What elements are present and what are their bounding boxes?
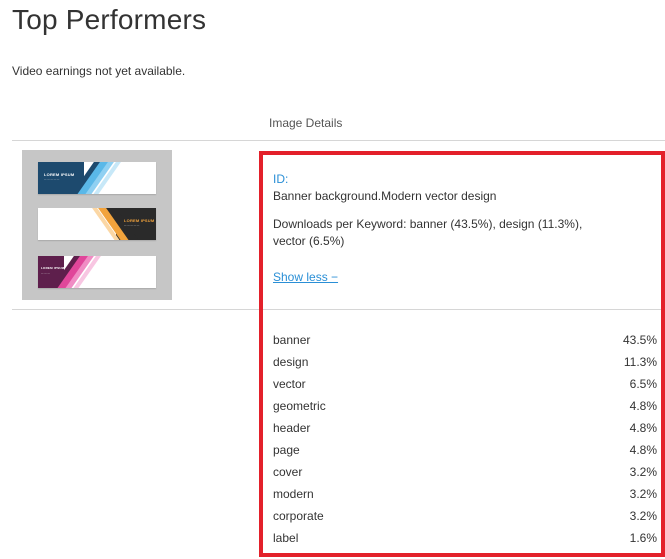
keyword-percentage: 4.8% [629, 443, 657, 457]
table-divider-top [12, 140, 665, 141]
keyword-row: page 4.8% [273, 443, 657, 461]
keyword-row: vector 6.5% [273, 377, 657, 395]
thumbnail-banner-magenta: LOREM IPSUM — — — [38, 256, 156, 288]
image-details-panel: ID: Banner background.Modern vector desi… [259, 151, 665, 557]
keyword-row: header 4.8% [273, 421, 657, 439]
keyword-name: design [273, 355, 309, 369]
keyword-row: modern 3.2% [273, 487, 657, 505]
image-title: Banner background.Modern vector design [273, 189, 497, 203]
thumbnail-banner-text: LOREM IPSUM [44, 172, 75, 177]
keyword-name: geometric [273, 399, 326, 413]
keyword-percentage: 1.6% [629, 531, 657, 545]
keyword-name: corporate [273, 509, 324, 523]
keyword-percentage: 43.5% [622, 333, 657, 347]
keyword-row: banner 43.5% [273, 333, 657, 351]
image-details-column-header: Image Details [269, 116, 343, 130]
page-title: Top Performers [12, 4, 207, 35]
keyword-name: banner [273, 333, 311, 347]
keyword-name: page [273, 443, 300, 457]
keyword-name: cover [273, 465, 303, 479]
show-less-link[interactable]: Show less − [273, 270, 338, 284]
image-thumbnail[interactable]: LOREM IPSUM — — — — — LOREM IPSUM — — — … [22, 150, 172, 300]
keyword-row: corporate 3.2% [273, 509, 657, 527]
keyword-row: cover 3.2% [273, 465, 657, 483]
keyword-percentage: 3.2% [629, 465, 657, 479]
keyword-name: vector [273, 377, 306, 391]
image-id-label: ID: [273, 172, 289, 186]
downloads-per-keyword: Downloads per Keyword: banner (43.5%), d… [273, 217, 583, 248]
thumbnail-banner-text: LOREM IPSUM [124, 218, 155, 223]
keyword-row: geometric 4.8% [273, 399, 657, 417]
keyword-percentage: 3.2% [629, 509, 657, 523]
page: Top Performers Video earnings not yet av… [0, 0, 665, 559]
video-earnings-note: Video earnings not yet available. [12, 64, 186, 78]
thumbnail-banner-blue: LOREM IPSUM — — — — — [38, 162, 156, 194]
thumbnail-banner-orange: LOREM IPSUM — — — — — [38, 208, 156, 240]
keyword-percentage: 4.8% [629, 399, 657, 413]
keyword-percentage: 3.2% [629, 487, 657, 501]
keyword-row: design 11.3% [273, 355, 657, 373]
keyword-name: label [273, 531, 299, 545]
keyword-name: modern [273, 487, 314, 501]
thumbnail-banner-text: LOREM IPSUM [41, 266, 65, 270]
keyword-percentage: 11.3% [623, 355, 657, 369]
keyword-percentage: 6.5% [629, 377, 657, 391]
keyword-percentage: 4.8% [629, 421, 657, 435]
keyword-name: header [273, 421, 311, 435]
keyword-row: label 1.6% [273, 531, 657, 549]
